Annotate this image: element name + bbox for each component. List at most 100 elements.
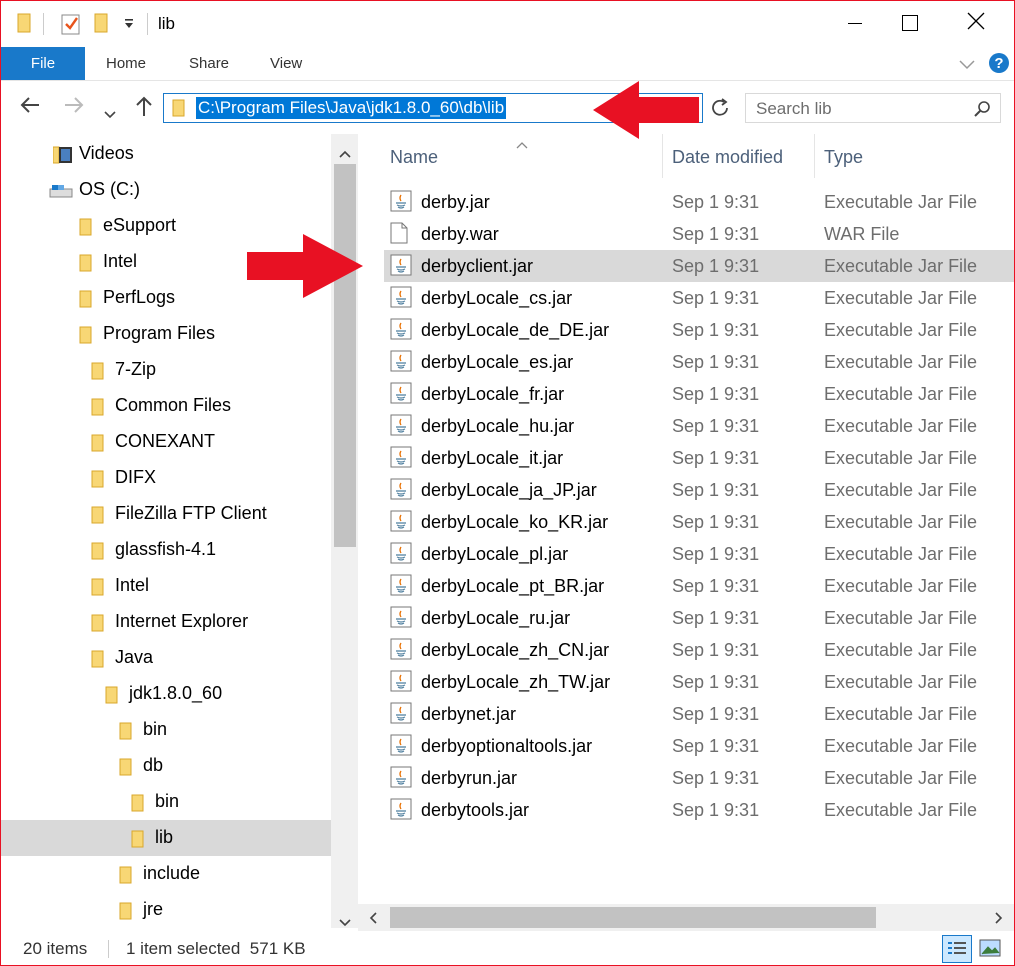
refresh-icon[interactable] xyxy=(709,97,731,124)
search-input[interactable]: Search lib xyxy=(756,99,832,119)
tree-item-label: DIFX xyxy=(115,467,157,487)
file-row[interactable]: derbyLocale_zh_CN.jar Sep 1 9:31 Executabl… xyxy=(384,634,1014,666)
file-row[interactable]: derbyLocale_pt_BR.jar Sep 1 9:31 Executabl… xyxy=(384,570,1014,602)
file-date: Sep 1 9:31 xyxy=(672,608,760,628)
scroll-down-icon[interactable] xyxy=(339,914,351,928)
tree-item[interactable]: Java xyxy=(1,640,331,676)
help-icon[interactable]: ? xyxy=(988,52,1010,79)
large-icons-view-icon[interactable] xyxy=(979,939,1001,962)
tab-share[interactable]: Share xyxy=(189,47,229,80)
file-row[interactable]: derbyLocale_es.jar Sep 1 9:31 Executable J… xyxy=(384,346,1014,378)
file-name: derbyLocale_zh_CN.jar xyxy=(421,640,610,660)
videos-folder-icon xyxy=(52,146,72,164)
tree-item[interactable]: lib xyxy=(1,820,331,856)
file-row[interactable]: derbyLocale_fr.jar Sep 1 9:31 Executable J… xyxy=(384,378,1014,410)
maximize-button[interactable] xyxy=(882,1,940,47)
search-box[interactable]: Search lib xyxy=(745,93,1001,123)
column-header-name[interactable]: Name xyxy=(390,147,438,168)
column-header-date[interactable]: Date modified xyxy=(672,147,783,168)
tree-item[interactable]: 7-Zip xyxy=(1,352,331,388)
file-date: Sep 1 9:31 xyxy=(672,192,760,212)
folder-icon xyxy=(91,614,104,632)
file-row[interactable]: derbytools.jar Sep 1 9:31 Executable Jar F… xyxy=(384,794,1014,826)
folder-icon xyxy=(131,794,144,812)
jar-icon xyxy=(390,382,412,404)
file-row[interactable]: derby.war Sep 1 9:31 WAR File xyxy=(384,218,1014,250)
file-row[interactable]: derbyLocale_hu.jar Sep 1 9:31 Executable J… xyxy=(384,410,1014,442)
tree-item[interactable]: jre xyxy=(1,892,331,928)
tree-item[interactable]: FileZilla FTP Client xyxy=(1,496,331,532)
explorer-window: lib File Home Share View ? C:\Program Fi… xyxy=(0,0,1015,966)
search-icon[interactable] xyxy=(974,100,992,123)
tree-item[interactable]: CONEXANT xyxy=(1,424,331,460)
forward-icon[interactable] xyxy=(63,95,85,119)
new-folder-icon[interactable] xyxy=(94,13,110,38)
folder-icon xyxy=(119,758,132,776)
tree-item[interactable]: Videos xyxy=(1,136,331,172)
file-row[interactable]: derbyLocale_ja_JP.jar Sep 1 9:31 Executabl… xyxy=(384,474,1014,506)
column-header-type[interactable]: Type xyxy=(824,147,863,168)
scrollbar-thumb[interactable] xyxy=(390,907,876,928)
tree-item[interactable]: Internet Explorer xyxy=(1,604,331,640)
tree-item[interactable]: glassfish-4.1 xyxy=(1,532,331,568)
file-row[interactable]: derbyLocale_pl.jar Sep 1 9:31 Executable J… xyxy=(384,538,1014,570)
file-row[interactable]: derbyLocale_cs.jar Sep 1 9:31 Executable J… xyxy=(384,282,1014,314)
file-row[interactable]: derbyLocale_it.jar Sep 1 9:31 Executable J… xyxy=(384,442,1014,474)
file-name: derbyLocale_pl.jar xyxy=(421,544,569,564)
folder-icon xyxy=(79,326,92,344)
tree-item[interactable]: include xyxy=(1,856,331,892)
address-path[interactable]: C:\Program Files\Java\jdk1.8.0_60\db\lib xyxy=(196,97,507,119)
file-row[interactable]: derbyrun.jar Sep 1 9:31 Executable Jar Fil… xyxy=(384,762,1014,794)
file-row[interactable]: derbyoptionaltools.jar Sep 1 9:31 Executab… xyxy=(384,730,1014,762)
details-view-icon xyxy=(948,941,966,962)
customize-qat-icon[interactable] xyxy=(123,17,135,36)
tree-item[interactable]: bin xyxy=(1,712,331,748)
file-row[interactable]: derbyLocale_ru.jar Sep 1 9:31 Executable J… xyxy=(384,602,1014,634)
tree-item[interactable]: jdk1.8.0_60 xyxy=(1,676,331,712)
close-button[interactable] xyxy=(941,1,999,47)
back-icon[interactable] xyxy=(19,95,41,119)
folder-icon xyxy=(91,362,104,380)
tree-item[interactable]: Intel xyxy=(1,568,331,604)
file-row[interactable]: derby.jar Sep 1 9:31 Executable Jar File xyxy=(384,186,1014,218)
title-bar: lib xyxy=(1,1,1014,47)
file-date: Sep 1 9:31 xyxy=(672,640,760,660)
folder-icon[interactable] xyxy=(17,13,33,38)
tree-item[interactable]: Program Files xyxy=(1,316,331,352)
scrollbar-thumb[interactable] xyxy=(334,164,356,547)
folder-icon xyxy=(79,254,92,272)
scroll-right-icon[interactable] xyxy=(995,911,1003,929)
details-view-button[interactable] xyxy=(942,935,972,963)
tree-item[interactable]: OS (C:) xyxy=(1,172,331,208)
file-name: derbyLocale_ja_JP.jar xyxy=(421,480,597,500)
tree-item[interactable]: Common Files xyxy=(1,388,331,424)
minimize-button[interactable] xyxy=(824,1,882,47)
file-name: derbyLocale_fr.jar xyxy=(421,384,565,404)
jar-icon xyxy=(390,606,412,628)
file-row[interactable]: derbyLocale_zh_TW.jar Sep 1 9:31 Executabl… xyxy=(384,666,1014,698)
tab-home[interactable]: Home xyxy=(106,47,146,80)
file-type: Executable Jar File xyxy=(824,608,978,628)
jar-icon xyxy=(390,254,412,276)
jar-icon xyxy=(390,510,412,532)
up-icon[interactable] xyxy=(134,95,154,121)
expand-ribbon-icon[interactable] xyxy=(959,57,975,75)
file-row[interactable]: derbyclient.jar Sep 1 9:31 Executable Jar … xyxy=(384,250,1014,282)
tree-item[interactable]: bin xyxy=(1,784,331,820)
tree-item[interactable]: db xyxy=(1,748,331,784)
file-list-horizontal-scrollbar[interactable] xyxy=(358,904,1014,931)
tree-item[interactable]: DIFX xyxy=(1,460,331,496)
file-row[interactable]: derbynet.jar Sep 1 9:31 Executable Jar Fil… xyxy=(384,698,1014,730)
file-name: derbyLocale_de_DE.jar xyxy=(421,320,610,340)
properties-icon[interactable] xyxy=(61,13,81,40)
scroll-up-icon[interactable] xyxy=(339,145,351,163)
recent-locations-icon[interactable] xyxy=(104,101,116,123)
scroll-left-icon[interactable] xyxy=(369,911,377,929)
file-row[interactable]: derbyLocale_de_DE.jar Sep 1 9:31 Executabl… xyxy=(384,314,1014,346)
file-date: Sep 1 9:31 xyxy=(672,544,760,564)
tree-item-label: lib xyxy=(155,827,174,847)
file-row[interactable]: derbyLocale_ko_KR.jar Sep 1 9:31 Executabl… xyxy=(384,506,1014,538)
tab-view[interactable]: View xyxy=(270,47,302,80)
file-type: WAR File xyxy=(824,224,900,244)
tab-file[interactable]: File xyxy=(1,47,85,80)
